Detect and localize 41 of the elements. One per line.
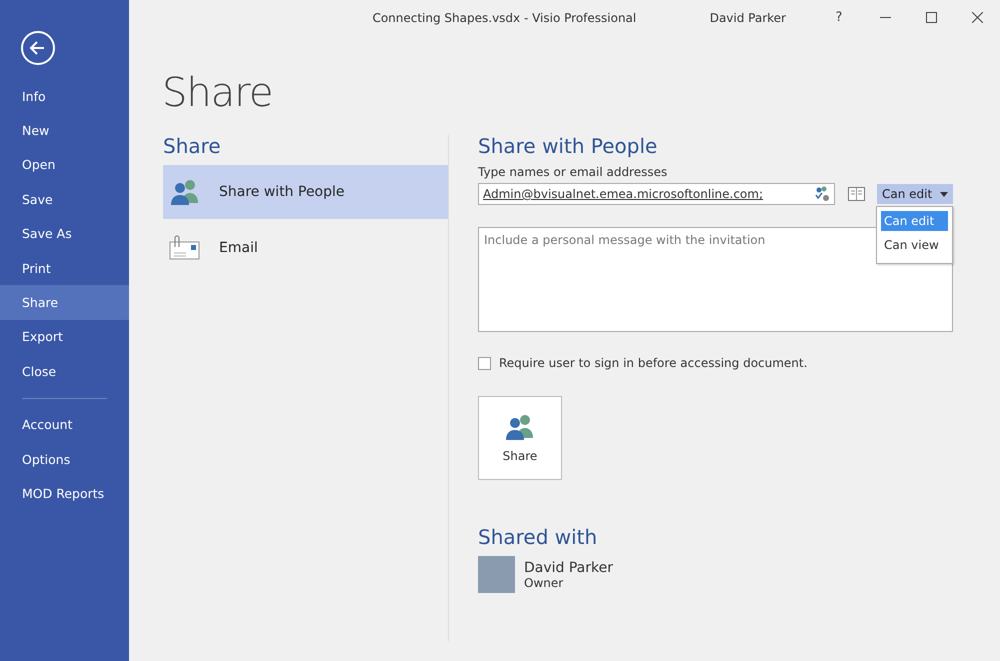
caret-icon (940, 192, 948, 196)
sidebar-item[interactable]: Save As (0, 216, 129, 251)
people-icon (504, 413, 536, 441)
page-title: Share (162, 73, 274, 113)
field-label: Type names or email addresses (478, 165, 668, 179)
menu-item[interactable]: Can view (881, 235, 948, 255)
share-button[interactable]: Share (478, 396, 562, 480)
minimize-icon (880, 16, 890, 18)
window-title: Connecting Shapes.vsdx - Visio Professional (371, 10, 638, 24)
check-names-icon[interactable] (814, 186, 830, 202)
recipients-field[interactable]: Admin@bvisualnet.emea.microsoftonline.com; (478, 183, 835, 205)
sidebar-item[interactable]: Export (0, 320, 129, 354)
person-name: David Parker (524, 560, 613, 576)
sidebar-item[interactable]: MOD Reports (0, 476, 129, 511)
sidebar-item[interactable]: Close (0, 354, 129, 389)
close-icon (972, 12, 982, 23)
section-heading: Share (163, 135, 222, 157)
address-book-icon[interactable] (848, 187, 866, 201)
people-icon (169, 178, 201, 206)
sidebar-item[interactable]: Save (0, 182, 129, 217)
checkbox[interactable] (478, 356, 491, 370)
sidebar-item[interactable]: Open (0, 148, 129, 182)
sidebar-item[interactable]: New (0, 113, 129, 148)
sidebar-item[interactable]: Account (0, 408, 129, 442)
back-button[interactable] (21, 31, 55, 65)
user-name: David Parker (710, 10, 786, 24)
sidebar-item[interactable]: Options (0, 442, 129, 476)
envelope-icon (169, 235, 201, 261)
section-heading: Share with People (478, 135, 658, 157)
help-button[interactable]: ? (816, 4, 862, 32)
share-option[interactable]: Email (163, 221, 448, 275)
share-option[interactable]: Share with People (163, 165, 448, 219)
photo-placeholder (478, 556, 515, 593)
checkbox-label: Require user to sign in before accessing document. (499, 356, 808, 370)
maximize-icon (926, 12, 936, 23)
sidebar-item[interactable]: Print (0, 250, 129, 286)
permission-dropdown[interactable]: Can edit (877, 184, 953, 204)
person-role: Owner (524, 576, 564, 590)
sidebar-item[interactable]: Share (0, 285, 129, 320)
section-heading: Shared with (478, 526, 598, 548)
sidebar-item[interactable]: Info (0, 79, 129, 114)
